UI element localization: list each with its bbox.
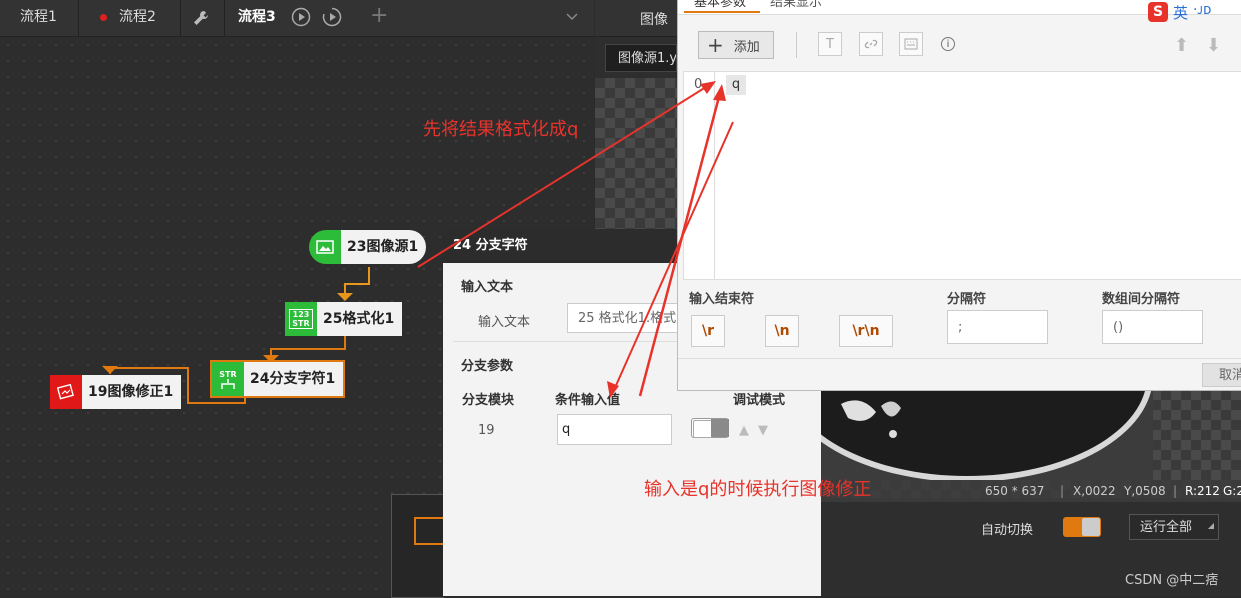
annotation-top: 先将结果格式化成q [423,119,579,140]
annotation-arrows [417,81,734,398]
annotation-bottom: 输入是q的时候执行图像修正 [644,479,872,500]
